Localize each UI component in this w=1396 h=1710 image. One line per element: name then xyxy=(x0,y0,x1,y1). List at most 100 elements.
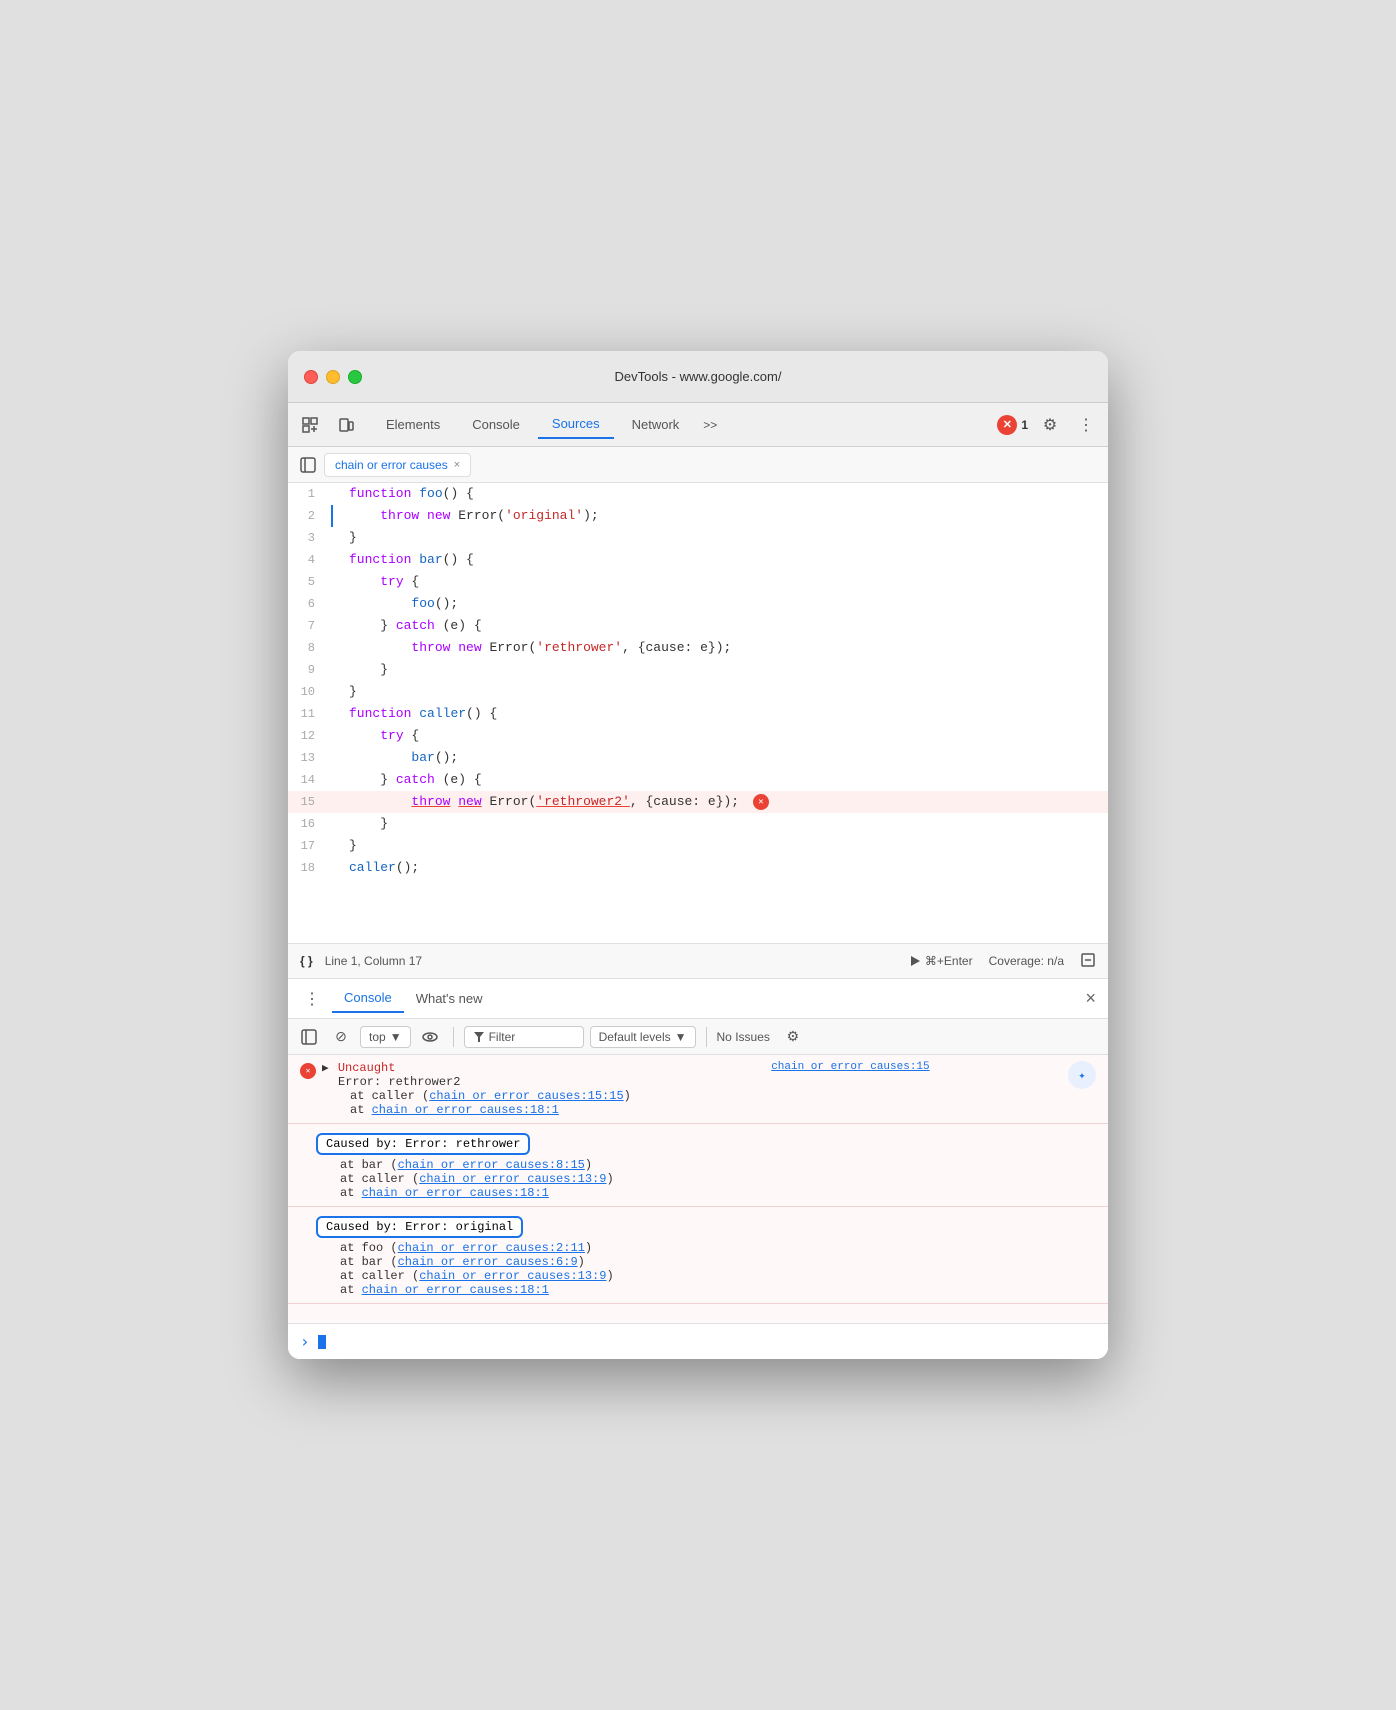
eye-icon[interactable] xyxy=(417,1024,443,1050)
ai-assist-button[interactable]: ✦ xyxy=(1068,1061,1096,1089)
top-context-label: top xyxy=(369,1030,386,1044)
line-content-7: } catch (e) { xyxy=(333,615,482,637)
line-number-18: 18 xyxy=(288,857,333,879)
code-editor[interactable]: 1 function foo() { 2 throw new Error('or… xyxy=(288,483,1108,943)
entry-header: ▶ Uncaught Error: rethrower2 at caller (… xyxy=(300,1061,1096,1117)
code-line-1: 1 function foo() { xyxy=(288,483,1108,505)
error-indicator[interactable]: ✕ 1 xyxy=(997,415,1028,435)
line-content-11: function caller() { xyxy=(333,703,497,725)
filter-label: Filter xyxy=(489,1030,516,1044)
line-number-10: 10 xyxy=(288,681,333,703)
uncaught-line: ▶ Uncaught xyxy=(322,1061,631,1075)
console-close-button[interactable]: × xyxy=(1085,988,1096,1009)
console-menu-button[interactable]: ⋮ xyxy=(300,987,324,1011)
console-output: ▶ Uncaught Error: rethrower2 at caller (… xyxy=(288,1055,1108,1323)
file-tab-close[interactable]: × xyxy=(454,459,460,471)
minimize-button[interactable] xyxy=(326,370,340,384)
cursor-position: Line 1, Column 17 xyxy=(325,954,422,968)
code-line-7: 7 } catch (e) { xyxy=(288,615,1108,637)
clear-console-icon[interactable]: ⊘ xyxy=(328,1024,354,1050)
line-content-6: foo(); xyxy=(333,593,458,615)
code-line-5: 5 try { xyxy=(288,571,1108,593)
line-number-11: 11 xyxy=(288,703,333,725)
line-content-14: } catch (e) { xyxy=(333,769,482,791)
levels-dropdown[interactable]: Default levels ▼ xyxy=(590,1026,696,1048)
line-content-10: } xyxy=(333,681,357,703)
subtab-bar: chain or error causes × xyxy=(288,447,1108,483)
device-toolbar-icon[interactable] xyxy=(332,411,360,439)
file-tab[interactable]: chain or error causes × xyxy=(324,453,471,477)
console-input-row: › xyxy=(288,1323,1108,1359)
expand-toggle[interactable]: ▶ xyxy=(322,1063,329,1075)
code-line-12: 12 try { xyxy=(288,725,1108,747)
link-18-1-b[interactable]: chain or error causes:18:1 xyxy=(362,1186,549,1200)
line-content-2: throw new Error('original'); xyxy=(333,505,599,527)
link-8-15[interactable]: chain or error causes:8:15 xyxy=(398,1158,585,1172)
source-link-top[interactable]: chain or error causes:15 xyxy=(771,1061,929,1073)
tab-elements[interactable]: Elements xyxy=(372,411,454,438)
code-line-17: 17 } xyxy=(288,835,1108,857)
cause2-stack-1: at foo (chain or error causes:2:11) xyxy=(316,1241,1096,1255)
line-content-17: } xyxy=(333,835,357,857)
sidebar-toggle-icon[interactable] xyxy=(296,453,320,477)
toolbar-separator-1 xyxy=(453,1027,454,1047)
line-content-9: } xyxy=(333,659,388,681)
link-6-9[interactable]: chain or error causes:6:9 xyxy=(398,1255,578,1269)
format-indicator[interactable]: { } xyxy=(300,954,313,968)
devtools-window: DevTools - www.google.com/ xyxy=(288,351,1108,1359)
tab-console[interactable]: Console xyxy=(458,411,534,438)
line-content-3: } xyxy=(333,527,357,549)
entry-main: ▶ Uncaught Error: rethrower2 at caller (… xyxy=(300,1061,631,1117)
link-18-1-a[interactable]: chain or error causes:18:1 xyxy=(372,1103,559,1117)
maximize-button[interactable] xyxy=(348,370,362,384)
settings-console-icon[interactable]: ⚙ xyxy=(780,1024,806,1050)
top-context-dropdown[interactable]: top ▼ xyxy=(360,1026,411,1048)
more-tabs-button[interactable]: >> xyxy=(697,414,723,436)
line-number-15: 15 xyxy=(288,791,333,813)
run-button[interactable]: ⌘+Enter xyxy=(909,954,973,968)
window-title: DevTools - www.google.com/ xyxy=(615,369,782,384)
tab-console-main[interactable]: Console xyxy=(332,984,404,1013)
more-options-icon[interactable]: ⋮ xyxy=(1072,411,1100,439)
tab-whats-new[interactable]: What's new xyxy=(404,985,495,1012)
inspector-icon[interactable] xyxy=(296,411,324,439)
dropdown-arrow-icon: ▼ xyxy=(390,1030,402,1044)
link-13-9-a[interactable]: chain or error causes:13:9 xyxy=(419,1172,606,1186)
filter-input[interactable]: Filter xyxy=(464,1026,584,1048)
code-line-16: 16 } xyxy=(288,813,1108,835)
line-number-1: 1 xyxy=(288,483,333,505)
uncaught-label: Uncaught xyxy=(338,1061,396,1075)
close-button[interactable] xyxy=(304,370,318,384)
no-issues-label: No Issues xyxy=(717,1030,770,1044)
code-line-4: 4 function bar() { xyxy=(288,549,1108,571)
tab-network[interactable]: Network xyxy=(618,411,694,438)
error-icon xyxy=(300,1063,316,1079)
code-line-9: 9 } xyxy=(288,659,1108,681)
line-number-7: 7 xyxy=(288,615,333,637)
line-content-4: function bar() { xyxy=(333,549,474,571)
link-15-15[interactable]: chain or error causes:15:15 xyxy=(429,1089,623,1103)
link-2-11[interactable]: chain or error causes:2:11 xyxy=(398,1241,585,1255)
code-line-14: 14 } catch (e) { xyxy=(288,769,1108,791)
levels-arrow-icon: ▼ xyxy=(675,1030,687,1044)
line-number-3: 3 xyxy=(288,527,333,549)
line-number-6: 6 xyxy=(288,593,333,615)
link-13-9-b[interactable]: chain or error causes:13:9 xyxy=(419,1269,606,1283)
line-number-4: 4 xyxy=(288,549,333,571)
line-number-2: 2 xyxy=(288,505,333,527)
coverage-icon[interactable] xyxy=(1080,952,1096,971)
traffic-lights xyxy=(304,370,362,384)
cause2-stack-2: at bar (chain or error causes:6:9) xyxy=(316,1255,1096,1269)
settings-icon[interactable]: ⚙ xyxy=(1036,411,1064,439)
console-entry-cause-1: Caused by: Error: rethrower at bar (chai… xyxy=(288,1124,1108,1207)
tab-sources[interactable]: Sources xyxy=(538,410,614,439)
error-count: 1 xyxy=(1021,418,1028,432)
link-18-1-c[interactable]: chain or error causes:18:1 xyxy=(362,1283,549,1297)
sidebar-toggle-console-icon[interactable] xyxy=(296,1024,322,1050)
cause2-stack-3: at caller (chain or error causes:13:9) xyxy=(316,1269,1096,1283)
code-line-2: 2 throw new Error('original'); xyxy=(288,505,1108,527)
line-number-5: 5 xyxy=(288,571,333,593)
line-content-12: try { xyxy=(333,725,419,747)
line-content-5: try { xyxy=(333,571,419,593)
console-entry-error: ▶ Uncaught Error: rethrower2 at caller (… xyxy=(288,1055,1108,1124)
